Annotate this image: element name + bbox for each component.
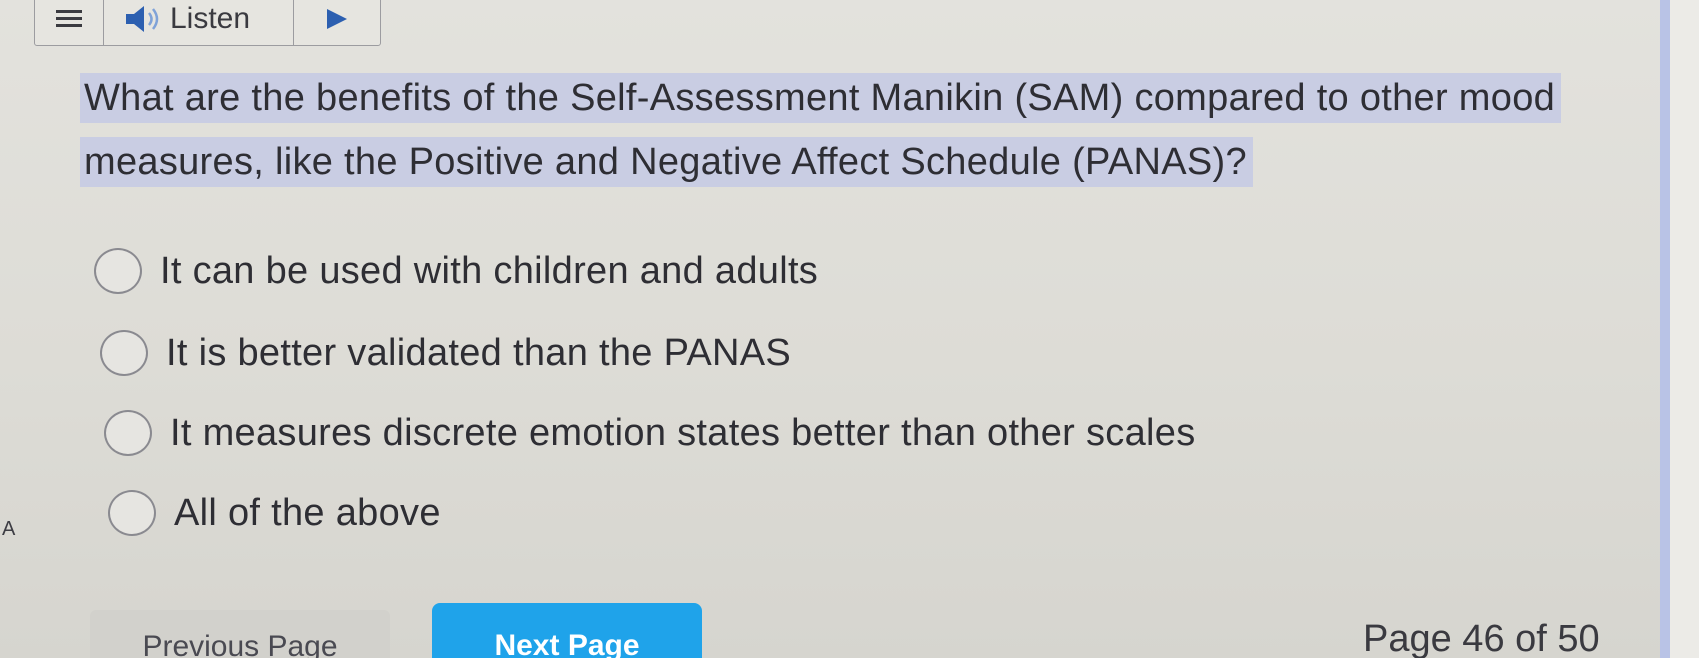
hamburger-icon	[56, 10, 82, 27]
option-4[interactable]: All of the above	[108, 490, 441, 536]
radio-button[interactable]	[108, 490, 156, 536]
option-3[interactable]: It measures discrete emotion states bett…	[104, 410, 1196, 456]
radio-button[interactable]	[94, 248, 142, 294]
question-text: What are the benefits of the Self-Assess…	[80, 66, 1600, 194]
side-marker: A	[2, 518, 16, 540]
option-2[interactable]: It is better validated than the PANAS	[100, 330, 791, 376]
scroll-edge	[1660, 0, 1670, 658]
option-label: All of the above	[174, 491, 441, 534]
option-label: It is better validated than the PANAS	[166, 331, 792, 374]
page-indicator: Page 46 of 50	[1363, 618, 1600, 658]
play-button[interactable]	[294, 0, 380, 45]
option-1[interactable]: It can be used with children and adults	[94, 248, 818, 294]
option-label: It can be used with children and adults	[160, 249, 819, 292]
question-highlight: What are the benefits of the Self-Assess…	[80, 73, 1562, 187]
listen-label: Listen	[170, 2, 251, 35]
menu-button[interactable]	[35, 0, 104, 45]
previous-page-button[interactable]: Previous Page	[90, 610, 390, 658]
speaker-icon	[126, 6, 159, 32]
page-margin	[1670, 0, 1699, 658]
radio-button[interactable]	[100, 330, 148, 376]
listen-button[interactable]: Listen	[104, 0, 294, 45]
play-icon	[327, 9, 347, 29]
next-page-button[interactable]: Next Page	[432, 603, 702, 658]
read-aloud-toolbar: Listen	[34, 0, 381, 46]
radio-button[interactable]	[104, 410, 152, 456]
option-label: It measures discrete emotion states bett…	[170, 411, 1196, 454]
